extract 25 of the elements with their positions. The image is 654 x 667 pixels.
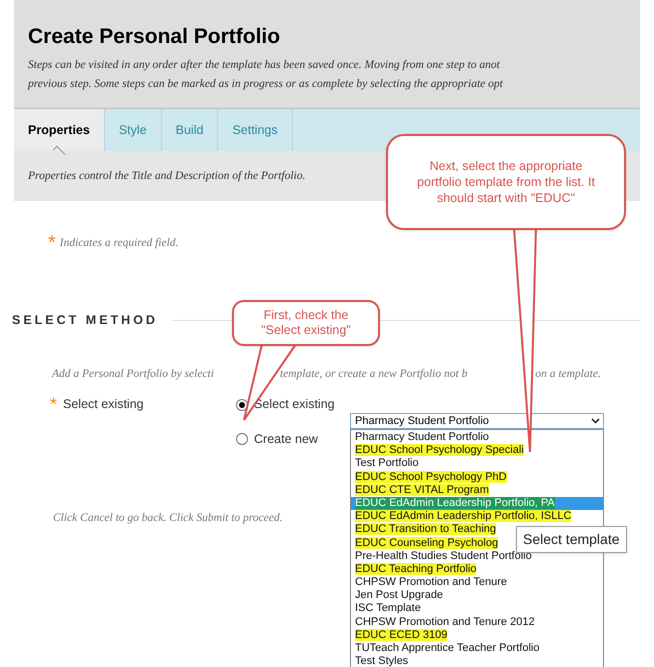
field-label: Select existing bbox=[63, 396, 144, 414]
required-marker: * bbox=[48, 233, 56, 254]
dropdown-option[interactable]: EDUC EdAdmin Leadership Portfolio, PA bbox=[351, 496, 603, 510]
tooltip: Select template bbox=[516, 526, 626, 553]
page-title: Create Personal Portfolio bbox=[28, 24, 282, 50]
callout-bubble: Next, select the appropriate portfolio template from the list. It should start with "EDUC" bbox=[386, 134, 626, 230]
highlight-mark: ISC Template bbox=[355, 602, 421, 614]
description-text: previous step. Some steps can be marked as in progress or as complete by selecting the appropriate opt bbox=[28, 77, 504, 92]
cancel-note: Click Cancel to go back. Click Submit to proceed. bbox=[53, 512, 283, 524]
instruction-text: template, or create a new Portfolio not b bbox=[280, 367, 468, 382]
dropdown-option[interactable]: Test Portfolio bbox=[351, 457, 421, 471]
instruction-text: Add a Personal Portfolio by selecti bbox=[52, 367, 214, 382]
section-title: SELECT METHOD bbox=[12, 312, 158, 330]
dropdown-option[interactable]: ISC Template bbox=[351, 602, 423, 616]
template-select[interactable]: Pharmacy Student Portfolio bbox=[350, 413, 604, 429]
radio-label: Create new bbox=[254, 431, 318, 448]
instruction-text: on a template. bbox=[535, 367, 601, 382]
highlight-mark: Test Portfolio bbox=[355, 457, 419, 470]
tab-description: Properties control the Title and Description of the Portfolio. bbox=[28, 168, 306, 184]
required-note: Indicates a required field. bbox=[60, 236, 178, 251]
description-text: Steps can be visited in any order after the template has been saved once. Moving from one step to anot bbox=[28, 58, 501, 74]
callout-bubble: First, check the "Select existing" bbox=[232, 300, 380, 346]
required-marker: * bbox=[50, 395, 58, 414]
highlight-mark: EDUC EdAdmin Leadership Portfolio, PA bbox=[355, 496, 555, 509]
radio-button[interactable] bbox=[236, 433, 248, 446]
